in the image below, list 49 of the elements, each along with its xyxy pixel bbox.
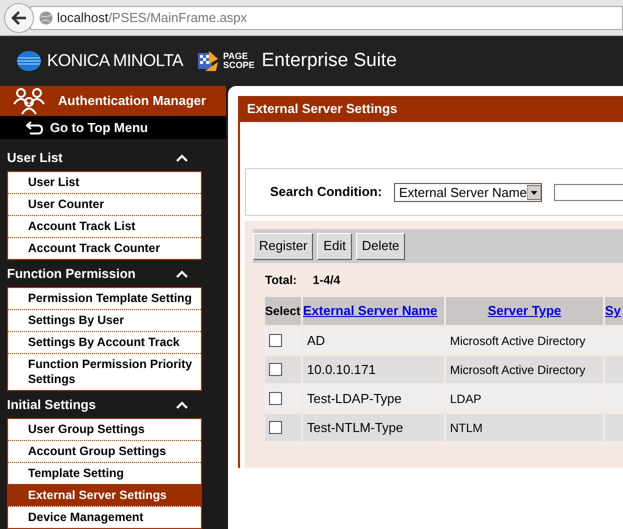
app-title: Authentication Manager [58,92,206,110]
chevron-up-icon[interactable] [176,154,188,162]
column-header[interactable]: Sy [605,297,623,325]
table-cell: AD [303,327,444,354]
search-label: Search Condition: [270,183,382,202]
brand-name: KONICA MINOLTA [47,50,184,72]
back-button[interactable] [4,2,34,32]
back-arrow-icon [11,10,27,24]
table-cell: Microsoft Active Directory [446,356,603,383]
column-header: Select [265,297,301,325]
top-menu-link[interactable]: Go to Top Menu [0,116,226,139]
toolbar-button[interactable]: Delete [356,232,406,260]
users-icon [12,86,46,116]
section-title: User List [7,148,63,167]
toolbar-button[interactable]: Register [253,232,314,260]
table-cell: NTLM [446,414,603,441]
globe-icon [39,10,53,24]
table-cell: Microsoft Active Directory [446,327,603,354]
checkered-logo-icon [197,50,220,72]
address-bar[interactable]: localhost/PSES/MainFrame.aspx [30,6,623,30]
row-checkbox[interactable] [269,392,282,405]
product-mark-bottom: SCOPE [223,61,255,70]
search-input[interactable] [554,184,623,200]
column-header[interactable]: Server Type [446,297,603,325]
sidebar-item[interactable]: External Server Settings [8,484,201,506]
total-label: Total: [265,272,297,289]
toolbar-button[interactable]: Edit [317,232,352,260]
table-cell: 10.0.10.171 [303,356,444,383]
table-cell: Test-NTLM-Type [303,414,444,441]
section-title: Function Permission [7,264,136,283]
table-cell: Test-LDAP-Type [303,385,444,412]
column-header[interactable]: External Server Name [303,297,444,325]
row-checkbox[interactable] [269,421,282,434]
table-cell: LDAP [446,385,603,412]
panel-title: External Server Settings [247,100,398,118]
row-checkbox[interactable] [269,363,282,376]
row-checkbox[interactable] [269,334,282,347]
url-path: /PSES/MainFrame.aspx [108,8,248,27]
globe-logo-icon [17,51,41,71]
chevron-up-icon[interactable] [176,400,188,408]
product-name: Enterprise Suite [262,48,397,73]
chevron-up-icon[interactable] [176,270,188,278]
url-host: localhost [57,8,108,27]
return-arrow-icon [26,120,44,134]
condition-dropdown[interactable]: External Server Name [394,182,542,202]
dropdown-arrow-icon [526,184,541,200]
total-value: 1-4/4 [312,272,340,289]
product-mark-top: PAGE [223,52,249,61]
section-title: Initial Settings [7,396,96,414]
